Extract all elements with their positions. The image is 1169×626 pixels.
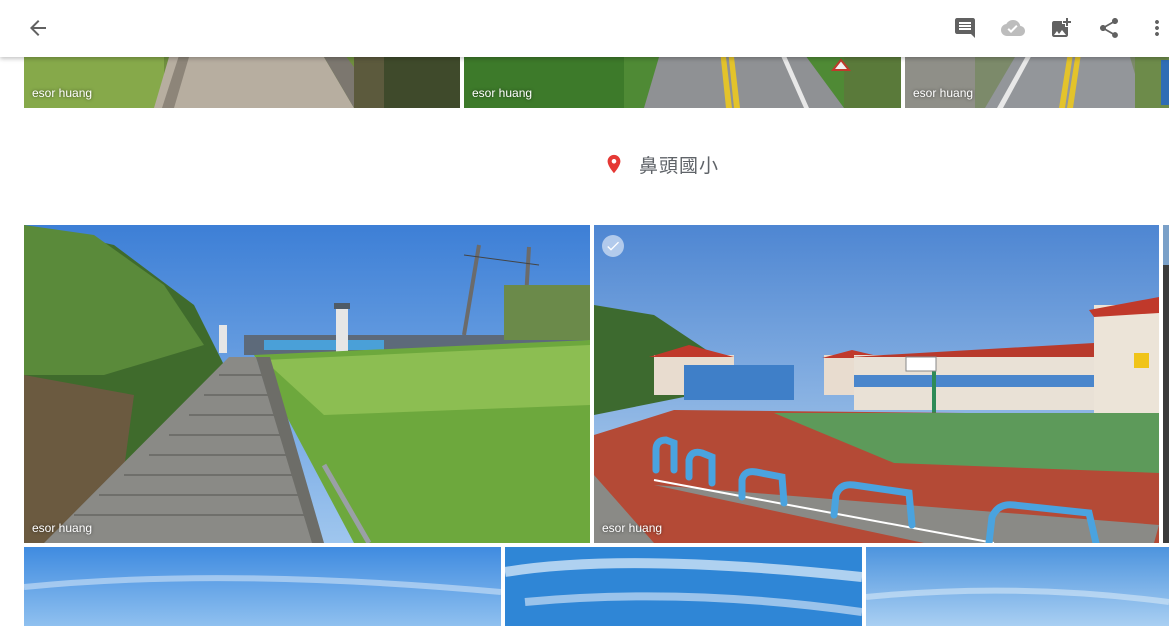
top-app-bar	[0, 0, 1169, 57]
photo-tile[interactable]: esor huang	[24, 225, 590, 543]
share-button[interactable]	[1089, 8, 1129, 48]
location-header[interactable]: 鼻頭國小	[603, 150, 719, 178]
location-name: 鼻頭國小	[639, 155, 720, 177]
more-vert-icon	[1155, 20, 1159, 36]
check-circle-icon	[607, 241, 619, 251]
location-pin-icon	[607, 154, 621, 174]
select-checkbox[interactable]	[602, 235, 624, 257]
more-options-button[interactable]	[1137, 8, 1169, 48]
photo-image	[1163, 225, 1169, 543]
backup-button[interactable]	[993, 8, 1033, 48]
photo-credit: esor huang	[913, 86, 974, 100]
photo-credit: esor huang	[32, 521, 93, 535]
photo-tile[interactable]	[866, 547, 1169, 626]
cloud-done-icon	[1001, 20, 1025, 36]
comment-button[interactable]	[945, 8, 985, 48]
photo-credit: esor huang	[472, 86, 533, 100]
photo-image	[24, 547, 501, 626]
photo-credit: esor huang	[32, 86, 93, 100]
add-photo-icon	[1052, 18, 1071, 37]
photo-tile[interactable]	[1163, 225, 1169, 543]
photo-image	[594, 225, 1159, 543]
comment-icon	[955, 18, 975, 38]
photo-credit: esor huang	[602, 521, 663, 535]
photo-image	[866, 547, 1169, 626]
add-to-album-button[interactable]	[1041, 8, 1081, 48]
photo-image	[24, 225, 590, 543]
arrow-back-icon	[30, 20, 46, 36]
back-button[interactable]	[18, 8, 58, 48]
photo-tile[interactable]: esor huang	[594, 225, 1159, 543]
photo-image	[505, 547, 862, 626]
share-icon	[1100, 18, 1118, 38]
photo-tile[interactable]	[505, 547, 862, 626]
photo-tile[interactable]	[24, 547, 501, 626]
